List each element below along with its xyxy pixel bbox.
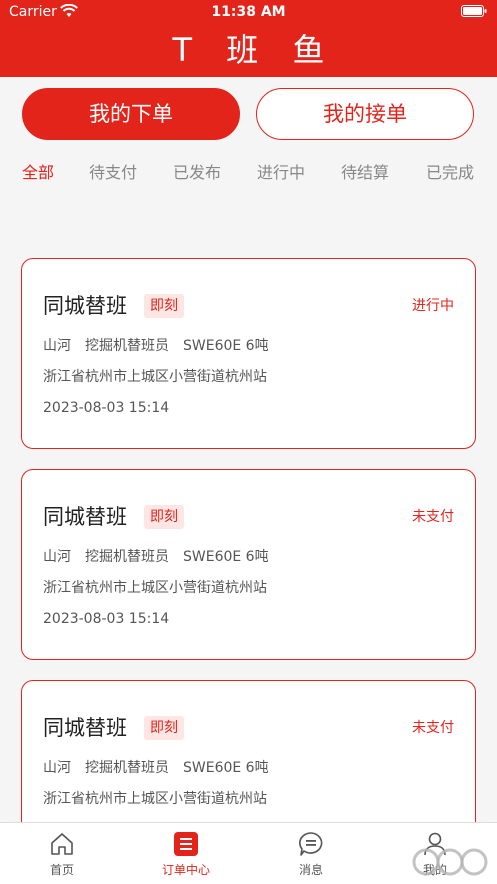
page-title: T 班 鱼 [172,31,337,69]
order-place: 山河 [43,549,71,565]
order-tag: 即刻 [144,294,184,318]
order-address: 浙江省杭州市上城区小营街道杭州站 [43,791,267,807]
status-bar: Carrier 11:38 AM [0,0,497,24]
order-info: 山河 挖掘机替班员 SWE60E 6吨 [43,758,269,778]
battery-icon [461,5,487,17]
tab-all[interactable]: 全部 [8,161,68,185]
order-role: 挖掘机替班员 [85,549,169,565]
tab-pending-settle[interactable]: 待结算 [335,161,395,185]
order-machine: SWE60E 6吨 [183,549,269,565]
order-tag: 即刻 [144,505,184,529]
tab-published[interactable]: 已发布 [167,161,227,185]
message-icon [299,832,323,856]
order-card[interactable]: 同城替班 即刻 进行中 山河 挖掘机替班员 SWE60E 6吨 浙江省杭州市上城区小… [21,258,476,449]
tabbar-home[interactable]: 首页 [22,823,102,884]
watermark-logo [412,848,488,876]
status-tabs: 全部 待支付 已发布 进行中 待结算 已完成 [0,161,497,185]
order-machine: SWE60E 6吨 [183,338,269,354]
order-title: 同城替班 [43,505,127,529]
tabbar-orders[interactable]: 订单中心 [146,823,226,884]
orders-icon [174,832,198,856]
order-machine: SWE60E 6吨 [183,760,269,776]
tab-in-progress[interactable]: 进行中 [251,161,311,185]
order-role: 挖掘机替班员 [85,760,169,776]
tab-pending-pay[interactable]: 待支付 [83,161,143,185]
order-title: 同城替班 [43,294,127,318]
order-status: 进行中 [412,298,454,314]
order-role: 挖掘机替班员 [85,338,169,354]
order-address: 浙江省杭州市上城区小营街道杭州站 [43,369,267,385]
order-tag: 即刻 [144,716,184,740]
order-place: 山河 [43,760,71,776]
tabbar-orders-label: 订单中心 [161,863,210,877]
order-card[interactable]: 同城替班 即刻 未支付 山河 挖掘机替班员 SWE60E 6吨 浙江省杭州市上城区小… [21,469,476,660]
tabbar-messages-label: 消息 [298,863,323,877]
tabbar-home-label: 首页 [49,863,74,877]
order-title: 同城替班 [43,716,127,740]
home-icon [51,833,73,855]
order-time: 2023-08-03 15:14 [43,400,170,416]
clock: 11:38 AM [211,4,286,20]
tabbar-messages[interactable]: 消息 [271,823,351,884]
tab-completed[interactable]: 已完成 [420,161,480,185]
order-place: 山河 [43,338,71,354]
order-status: 未支付 [412,720,454,736]
order-status: 未支付 [412,509,454,525]
app-header: Carrier 11:38 AM T 班 鱼 [0,0,497,77]
order-info: 山河 挖掘机替班员 SWE60E 6吨 [43,547,269,567]
order-address: 浙江省杭州市上城区小营街道杭州站 [43,580,267,596]
order-time: 2023-08-03 15:14 [43,611,170,627]
accepted-orders-button[interactable]: 我的接单 [256,88,474,140]
order-info: 山河 挖掘机替班员 SWE60E 6吨 [43,336,269,356]
my-orders-button[interactable]: 我的下单 [22,88,240,140]
